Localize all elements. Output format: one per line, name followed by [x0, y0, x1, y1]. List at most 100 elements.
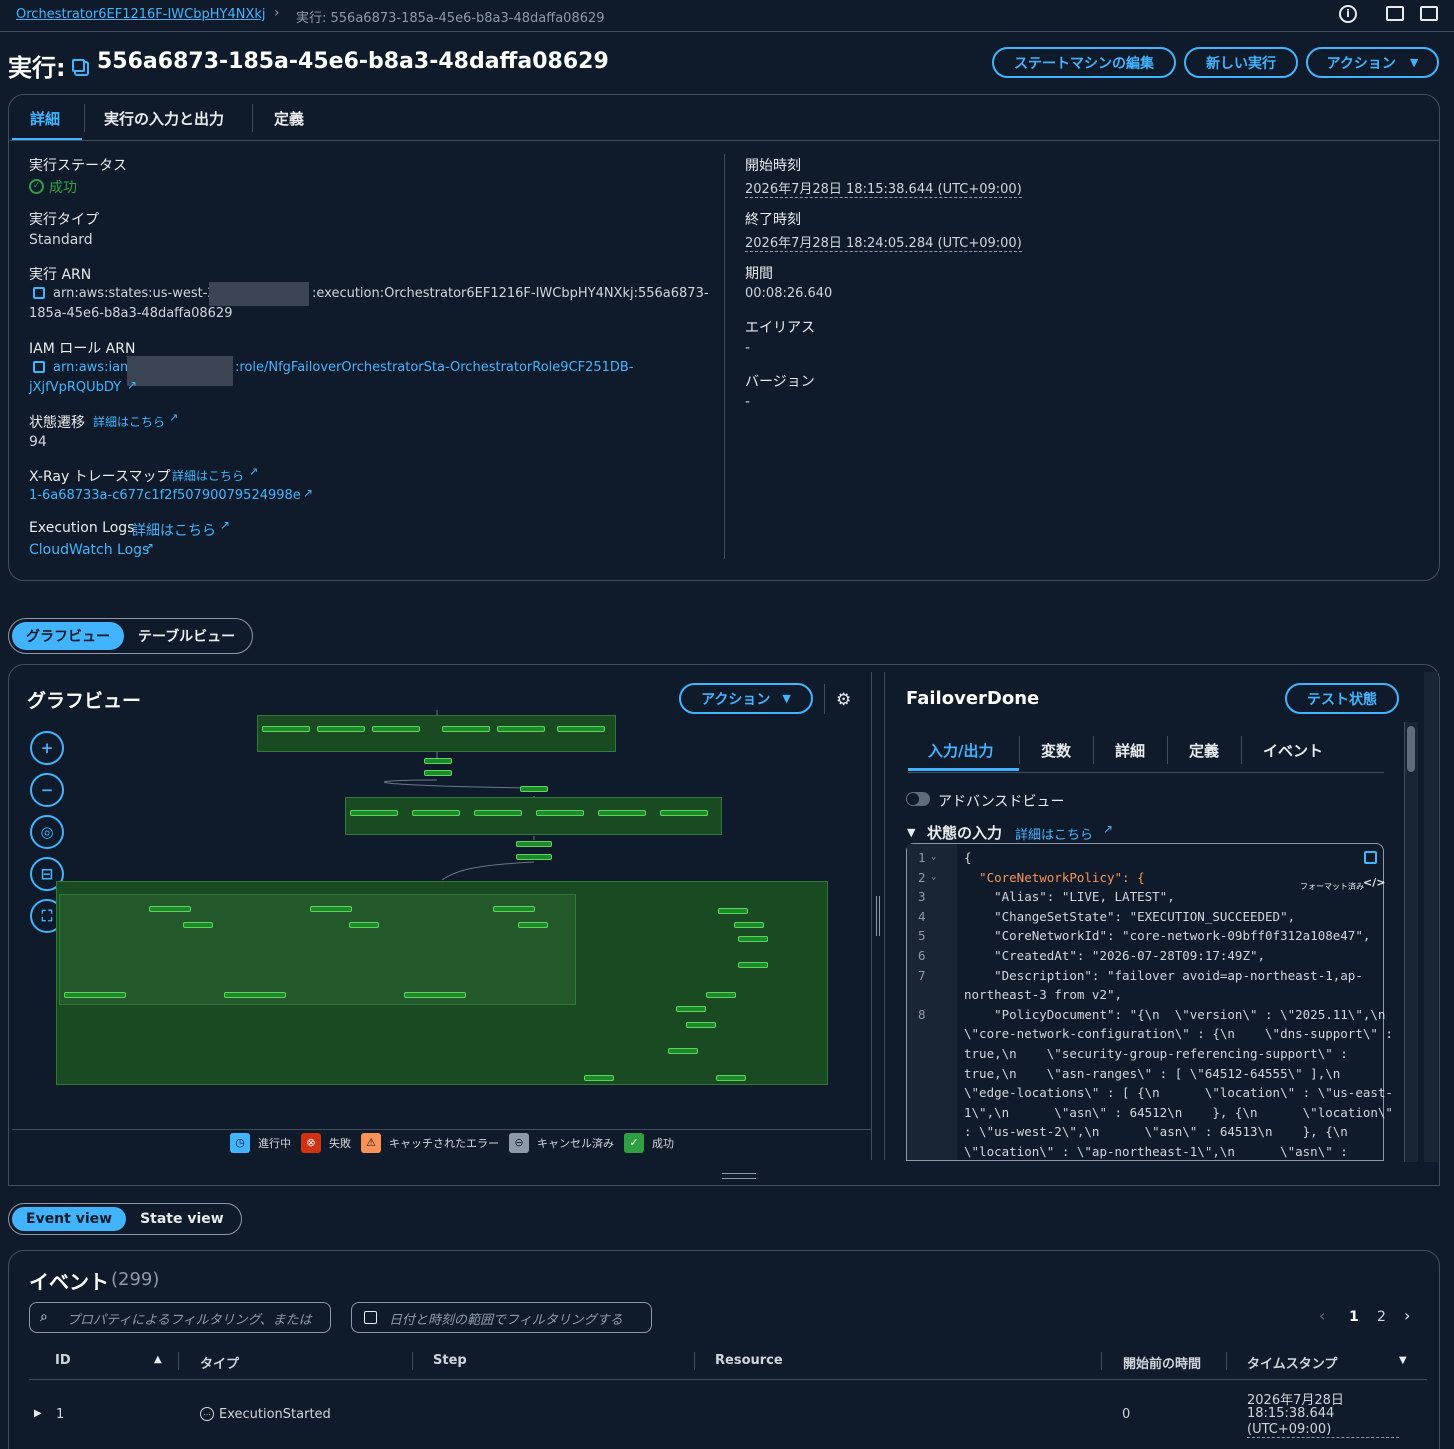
graph-node[interactable] [149, 906, 191, 912]
cloudwatch-logs-link[interactable]: CloudWatch Logs [29, 542, 149, 558]
table-view-toggle[interactable]: テーブルビュー [124, 622, 249, 650]
graph-node[interactable] [706, 992, 736, 998]
table-row[interactable]: ▶ 1 … ExecutionStarted 0 2026年7月28日 18:1… [29, 1380, 1427, 1449]
actions-dropdown-button[interactable]: アクション ▼ [1306, 47, 1439, 78]
state-view-option[interactable]: State view [126, 1207, 238, 1231]
outer-scrollbar[interactable] [1424, 672, 1438, 1162]
advanced-view-toggle[interactable] [906, 792, 930, 806]
code-format-icon[interactable]: </> [1363, 876, 1385, 889]
graph-node[interactable] [557, 726, 605, 732]
xray-learn-more-link[interactable]: 詳細はこちら [172, 467, 244, 484]
graph-node[interactable] [518, 922, 548, 928]
graph-node[interactable] [493, 906, 535, 912]
graph-node[interactable] [738, 936, 768, 942]
column-resource[interactable]: Resource [715, 1353, 783, 1368]
sort-dropdown-icon[interactable]: ▼ [1399, 1355, 1407, 1366]
arn-value-part1: arn:aws:states:us-west-2 [53, 286, 216, 301]
graph-node[interactable] [404, 992, 466, 998]
graph-node[interactable] [372, 726, 420, 732]
state-panel-scroll-thumb[interactable] [1407, 726, 1415, 772]
copy-icon[interactable] [72, 59, 85, 72]
copy-iam-icon[interactable] [33, 361, 45, 373]
column-type[interactable]: タイプ [200, 1353, 239, 1372]
graph-node[interactable] [668, 1048, 698, 1054]
state-input-learn-more-link[interactable]: 詳細はこちら [1015, 824, 1093, 843]
graph-node[interactable] [660, 810, 708, 816]
graph-node[interactable] [536, 810, 584, 816]
copy-arn-icon[interactable] [33, 287, 45, 299]
graph-node[interactable] [516, 841, 552, 847]
column-step[interactable]: Step [433, 1353, 467, 1368]
graph-node[interactable] [686, 1022, 716, 1028]
new-execution-button[interactable]: 新しい実行 [1184, 47, 1298, 78]
state-tab-variables[interactable]: 変数 [1041, 740, 1071, 761]
graph-node[interactable] [424, 770, 452, 776]
column-elapsed[interactable]: 開始前の時間 [1123, 1353, 1201, 1372]
prev-page-icon[interactable]: ‹ [1319, 1306, 1325, 1325]
splitter-handle-icon[interactable] [876, 896, 880, 936]
graph-node[interactable] [497, 726, 545, 732]
tab-input-output[interactable]: 実行の入力と出力 [104, 108, 224, 129]
event-view-option[interactable]: Event view [12, 1207, 127, 1231]
logs-learn-more-link[interactable]: 詳細はこちら [132, 520, 216, 540]
graph-node[interactable] [676, 1006, 706, 1012]
graph-node[interactable] [584, 1075, 614, 1081]
graph-node[interactable] [520, 786, 548, 792]
feedback-icon[interactable] [1386, 6, 1404, 21]
graph-node[interactable] [442, 726, 490, 732]
graph-node[interactable] [262, 726, 310, 732]
copy-code-icon[interactable] [1364, 851, 1377, 864]
graph-node[interactable] [424, 758, 452, 764]
column-timestamp[interactable]: タイムスタンプ [1247, 1353, 1337, 1372]
graph-node[interactable] [317, 726, 365, 732]
date-filter-button[interactable]: 日付と時刻の範囲でフィルタリングする [351, 1302, 652, 1333]
sort-ascending-icon[interactable]: ▲ [154, 1354, 162, 1365]
graph-node[interactable] [349, 922, 379, 928]
breadcrumb-parent-link[interactable]: Orchestrator6EF1216F-IWCbpHY4NXkj [16, 7, 266, 22]
iam-link-part1[interactable]: arn:aws:iam [53, 360, 133, 375]
preferences-icon[interactable] [1420, 6, 1438, 21]
state-tab-input-output[interactable]: 入力/出力 [928, 740, 993, 761]
expand-row-icon[interactable]: ▶ [34, 1408, 42, 1419]
events-search-input[interactable]: ⌕ プロパティによるフィルタリング、または [29, 1302, 331, 1333]
column-id[interactable]: ID [55, 1353, 71, 1368]
tab-details[interactable]: 詳細 [30, 108, 60, 129]
graph-node[interactable] [516, 854, 552, 860]
graph-node[interactable] [183, 922, 213, 928]
graph-node[interactable] [734, 922, 764, 928]
transitions-learn-more-link[interactable]: 詳細はこちら [93, 413, 165, 430]
graph-node[interactable] [412, 810, 460, 816]
fold-icon[interactable]: ⌄ [931, 872, 936, 882]
graph-node[interactable] [598, 810, 646, 816]
graph-node[interactable] [738, 962, 768, 968]
graph-node[interactable] [474, 810, 522, 816]
iam-link-part3[interactable]: jXjfVpRQUbDY [29, 380, 121, 395]
page-1[interactable]: 1 [1349, 1309, 1359, 1325]
graph-node[interactable] [64, 992, 126, 998]
workflow-graph[interactable] [56, 700, 831, 1100]
info-icon[interactable]: i [1339, 5, 1357, 23]
state-tab-events[interactable]: イベント [1263, 740, 1323, 761]
graph-node[interactable] [310, 906, 352, 912]
next-page-icon[interactable]: › [1404, 1306, 1410, 1325]
page-title-prefix: 実行: [8, 54, 66, 82]
fold-icon[interactable]: ⌄ [931, 852, 936, 862]
test-state-button[interactable]: テスト状態 [1285, 683, 1399, 714]
graph-node[interactable] [350, 810, 398, 816]
state-tab-details[interactable]: 詳細 [1115, 740, 1145, 761]
tabs-bottom-rule [9, 140, 1439, 141]
tab-definition[interactable]: 定義 [274, 108, 304, 129]
graph-view-toggle[interactable]: グラフビュー [12, 622, 124, 650]
graph-node[interactable] [224, 992, 286, 998]
settings-gear-icon[interactable]: ⚙ [836, 690, 851, 710]
page-2[interactable]: 2 [1377, 1309, 1386, 1325]
graph-node[interactable] [716, 1075, 746, 1081]
caret-down-icon[interactable]: ▼ [907, 826, 915, 839]
graph-node[interactable] [718, 908, 748, 914]
state-panel-scrollbar[interactable] [1404, 722, 1418, 1162]
state-tab-definition[interactable]: 定義 [1189, 740, 1219, 761]
xray-trace-link[interactable]: 1-6a68733a-c677c1f2f50790079524998e [29, 488, 301, 503]
edit-state-machine-button[interactable]: ステートマシンの編集 [992, 47, 1176, 78]
resize-handle-icon[interactable] [722, 1173, 756, 1179]
iam-link-part2[interactable]: :role/NfgFailoverOrchestratorSta-Orchest… [235, 360, 634, 375]
